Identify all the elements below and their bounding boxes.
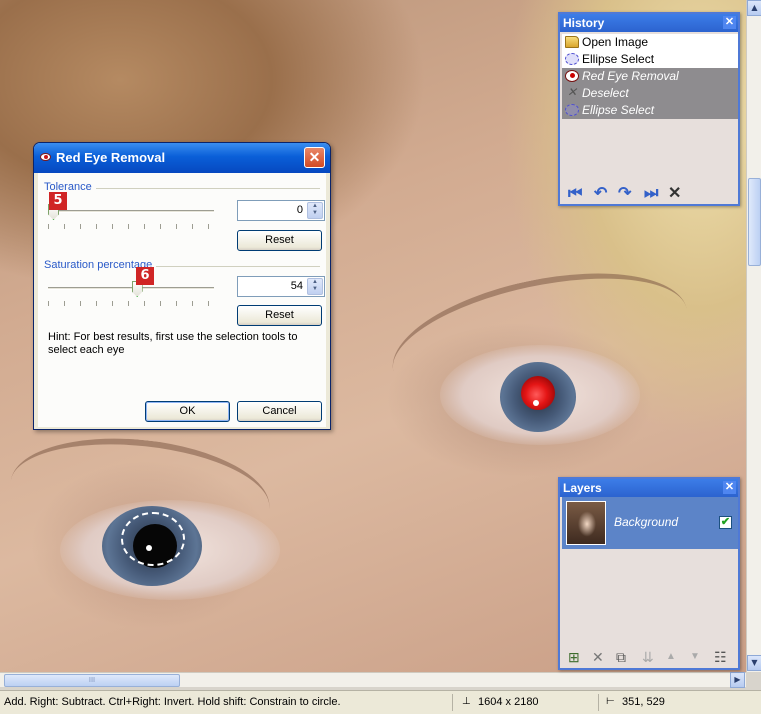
horizontal-scroll-thumb[interactable]: III: [4, 674, 180, 687]
move-layer-up-icon[interactable]: ▲: [666, 648, 676, 666]
dialog-body: Tolerance 0 ▲ ▼ Reset Saturation percenta…: [38, 173, 326, 427]
hint-text: Hint: For best results, first use the se…: [48, 331, 298, 356]
saturation-spin-arrows[interactable]: ▲ ▼: [307, 278, 323, 295]
catchlight: [533, 400, 539, 406]
tolerance-spin-arrows[interactable]: ▲ ▼: [307, 202, 323, 219]
history-item[interactable]: Ellipse Select: [562, 51, 738, 68]
red-eye-removal-dialog: Red Eye Removal ✕ Tolerance 0 ▲ ▼ Reset S…: [33, 142, 331, 430]
ok-button[interactable]: OK: [145, 401, 230, 422]
scroll-down-button[interactable]: ▼: [747, 655, 761, 671]
saturation-slider-track[interactable]: [48, 287, 214, 290]
ellipse-select-icon: [565, 104, 579, 116]
fast-forward-to-last-icon[interactable]: ⏭: [644, 184, 658, 204]
image-size-readout: 1604 x 2180: [478, 696, 539, 708]
history-item-label: Red Eye Removal: [582, 69, 679, 83]
layer-visibility-checkbox[interactable]: ✔: [719, 516, 732, 529]
tolerance-reset-button[interactable]: Reset: [237, 230, 322, 251]
move-layer-down-icon[interactable]: ▼: [690, 648, 700, 666]
red-eye-icon: [40, 153, 51, 161]
dialog-title: Red Eye Removal: [56, 150, 166, 165]
history-toolbar: ⏮ ↶ ↷ ⏭ ✕: [562, 184, 738, 204]
callout-badge-6: 6: [136, 267, 154, 285]
tolerance-slider-track[interactable]: [48, 210, 214, 213]
tolerance-slider-ticks: [48, 224, 214, 229]
undo-icon[interactable]: ↶: [594, 184, 607, 204]
ellipse-select-icon: [565, 53, 579, 65]
saturation-value[interactable]: 54: [291, 280, 303, 292]
deselect-icon: ✕: [566, 85, 578, 99]
duplicate-layer-icon[interactable]: ⧉: [616, 648, 626, 666]
dialog-titlebar[interactable]: Red Eye Removal ✕: [34, 143, 330, 173]
red-eye-icon: [565, 70, 579, 82]
saturation-slider-ticks: [48, 301, 214, 306]
delete-layer-icon[interactable]: ✕: [592, 648, 604, 666]
layers-titlebar[interactable]: Layers ✕: [560, 479, 738, 497]
history-item[interactable]: Red Eye Removal: [562, 68, 738, 85]
vertical-scroll-thumb[interactable]: [748, 178, 761, 266]
history-item[interactable]: Ellipse Select: [562, 102, 738, 119]
image-size-icon: ⊥: [462, 696, 471, 707]
layer-row[interactable]: Background ✔: [562, 497, 738, 549]
merge-layer-down-icon[interactable]: ⇊: [642, 648, 654, 666]
history-item-label: Deselect: [582, 86, 629, 100]
status-bar: Add. Right: Subtract. Ctrl+Right: Invert…: [0, 690, 761, 714]
tolerance-spinbox[interactable]: 0 ▲ ▼: [237, 200, 325, 221]
scroll-up-button[interactable]: ▲: [747, 0, 761, 16]
history-item[interactable]: Open Image: [562, 34, 738, 51]
callout-badge-5: 5: [49, 192, 67, 210]
layers-title: Layers: [563, 481, 602, 495]
history-item-label: Ellipse Select: [582, 103, 655, 117]
history-window: History ✕ Open Image Ellipse Select Red …: [558, 12, 740, 206]
layers-window: Layers ✕ Background ✔ ⊞ ✕ ⧉ ⇊ ▲ ▼ ☷: [558, 477, 740, 670]
folder-icon: [565, 36, 579, 48]
history-title: History: [563, 16, 605, 30]
ellipse-selection-marquee[interactable]: [121, 512, 185, 566]
history-item-label: Open Image: [582, 35, 649, 49]
clear-history-icon[interactable]: ✕: [668, 184, 681, 204]
cancel-button[interactable]: Cancel: [237, 401, 322, 422]
history-titlebar[interactable]: History ✕: [560, 14, 738, 32]
history-item[interactable]: ✕ Deselect: [562, 85, 738, 102]
tolerance-value[interactable]: 0: [297, 204, 303, 216]
saturation-reset-button[interactable]: Reset: [237, 305, 322, 326]
scroll-right-button[interactable]: ▶: [730, 672, 745, 688]
status-hint: Add. Right: Subtract. Ctrl+Right: Invert…: [4, 696, 341, 708]
dialog-close-button[interactable]: ✕: [304, 147, 325, 168]
redo-icon[interactable]: ↷: [618, 184, 631, 204]
saturation-spinbox[interactable]: 54 ▲ ▼: [237, 276, 325, 297]
history-close-button[interactable]: ✕: [723, 16, 736, 29]
layer-name: Background: [614, 515, 679, 529]
history-item-label: Ellipse Select: [582, 52, 655, 66]
cursor-position-readout: 351, 529: [622, 696, 665, 708]
add-layer-icon[interactable]: ⊞: [568, 648, 580, 666]
layers-toolbar: ⊞ ✕ ⧉ ⇊ ▲ ▼ ☷: [562, 647, 738, 667]
layers-close-button[interactable]: ✕: [723, 481, 736, 494]
vertical-scrollbar[interactable]: ▲ ▼: [746, 0, 761, 672]
horizontal-scrollbar[interactable]: III ▶: [0, 672, 746, 688]
cursor-position-icon: ⊢: [606, 696, 615, 707]
layer-thumbnail: [566, 501, 606, 545]
rewind-to-first-icon[interactable]: ⏮: [568, 184, 582, 204]
layer-properties-icon[interactable]: ☷: [714, 648, 727, 666]
